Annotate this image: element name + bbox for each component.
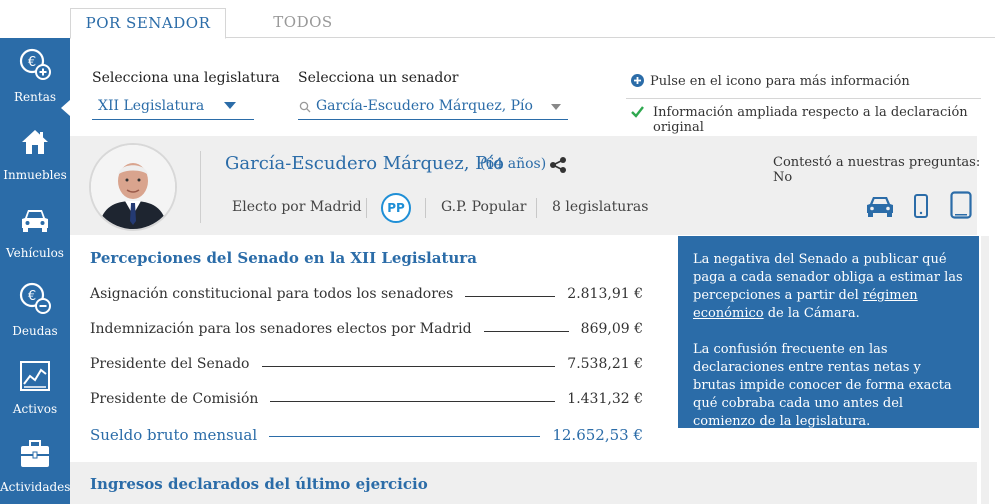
mobile-phone-icon[interactable] — [913, 194, 929, 218]
svg-text:€: € — [28, 55, 36, 70]
perception-row: Indemnización para los senadores electos… — [90, 321, 643, 341]
party-logo-icon: PP — [381, 193, 411, 223]
legislature-count: 8 legislaturas — [552, 199, 649, 215]
perception-value: 2.813,91 € — [555, 286, 643, 302]
perception-row: Asignación constitucional para todos los… — [90, 286, 643, 306]
perception-label: Asignación constitucional para todos los… — [90, 286, 466, 302]
active-pointer — [61, 100, 70, 116]
tab-por-senador[interactable]: POR SENADOR — [70, 8, 226, 39]
total-row: Sueldo bruto mensual 12.652,53 € — [90, 426, 643, 446]
legislature-select[interactable]: XII Legislatura — [92, 96, 254, 120]
svg-text:€: € — [28, 289, 36, 304]
plus-info-icon — [631, 74, 644, 87]
check-info-text: Información ampliada respecto a la decla… — [653, 105, 968, 135]
euro-plus-icon: € — [19, 48, 51, 80]
divider — [200, 151, 201, 223]
divider — [626, 98, 981, 99]
senator-select[interactable]: García-Escudero Márquez, Pío — [298, 96, 568, 120]
chart-icon — [20, 361, 50, 391]
check-icon — [631, 106, 644, 118]
tablet-icon[interactable] — [950, 191, 972, 219]
perception-value: 1.431,32 € — [555, 391, 643, 407]
senator-age: (64 años) — [480, 156, 547, 172]
perception-row: Presidente del Senado 7.538,21 € — [90, 356, 643, 376]
info-note: La negativa del Senado a publicar qué pa… — [678, 236, 979, 429]
total-label: Sueldo bruto mensual — [90, 426, 270, 444]
perception-label: Presidente del Senado — [90, 356, 262, 372]
share-icon[interactable] — [549, 156, 567, 174]
perceptions-title: Percepciones del Senado en la XII Legisl… — [90, 249, 477, 267]
sidebar-item-label: Actividades — [0, 480, 71, 494]
divider — [366, 198, 367, 218]
chevron-down-icon — [551, 104, 561, 110]
car-icon[interactable] — [866, 194, 894, 218]
sidebar-item-label: Deudas — [12, 324, 58, 338]
sidebar: € Rentas Inmuebles Vehículos € Deudas Ac… — [0, 38, 70, 504]
senator-panel — [70, 136, 977, 235]
sidebar-item-actividades[interactable]: Actividades — [0, 428, 70, 504]
sidebar-item-inmuebles[interactable]: Inmuebles — [0, 116, 70, 194]
sidebar-item-label: Rentas — [14, 90, 56, 104]
perception-value: 7.538,21 € — [555, 356, 643, 372]
tab-todos[interactable]: TODOS — [250, 8, 356, 39]
scroll-strip — [981, 236, 989, 504]
legislature-value: XII Legislatura — [98, 98, 205, 114]
income-title: Ingresos declarados del último ejercicio — [90, 475, 428, 493]
senator-name: García-Escudero Márquez, Pío — [225, 153, 504, 174]
sidebar-item-activos[interactable]: Activos — [0, 350, 70, 428]
senator-label: Selecciona un senador — [298, 70, 459, 86]
euro-minus-icon: € — [19, 282, 51, 314]
total-value: 12.652,53 € — [540, 426, 643, 444]
senator-avatar — [89, 143, 177, 231]
plus-info-text: Pulse en el icono para más información — [650, 74, 910, 89]
perception-row: Presidente de Comisión 1.431,32 € — [90, 391, 643, 411]
sidebar-item-rentas[interactable]: € Rentas — [0, 38, 70, 116]
senator-value: García-Escudero Márquez, Pío — [316, 98, 533, 114]
house-icon — [22, 130, 48, 154]
sidebar-item-vehiculos[interactable]: Vehículos — [0, 194, 70, 272]
answered-status: Contestó a nuestras preguntas: No — [773, 155, 981, 185]
tab-bar: POR SENADOR TODOS — [70, 0, 995, 39]
perception-label: Presidente de Comisión — [90, 391, 271, 407]
chevron-down-icon — [224, 102, 236, 109]
divider — [536, 198, 537, 218]
sidebar-item-label: Inmuebles — [3, 168, 67, 182]
search-icon — [299, 101, 311, 113]
parliamentary-group: G.P. Popular — [441, 199, 527, 215]
sidebar-item-deudas[interactable]: € Deudas — [0, 272, 70, 350]
perception-label: Indemnización para los senadores electos… — [90, 321, 484, 337]
note-text: La negativa del Senado a publicar qué pa… — [693, 252, 963, 303]
note-text: de la Cámara. — [763, 306, 860, 321]
elected-district: Electo por Madrid — [232, 199, 362, 215]
note-paragraph: La negativa del Senado a publicar qué pa… — [693, 251, 965, 323]
perception-value: 869,09 € — [568, 321, 643, 337]
legislature-label: Selecciona una legislatura — [92, 70, 280, 86]
divider — [425, 198, 426, 218]
car-icon — [22, 210, 48, 232]
briefcase-icon — [21, 440, 49, 467]
note-paragraph: La confusión frecuente en las declaracio… — [693, 342, 952, 429]
sidebar-item-label: Vehículos — [6, 246, 64, 260]
sidebar-item-label: Activos — [12, 402, 58, 416]
